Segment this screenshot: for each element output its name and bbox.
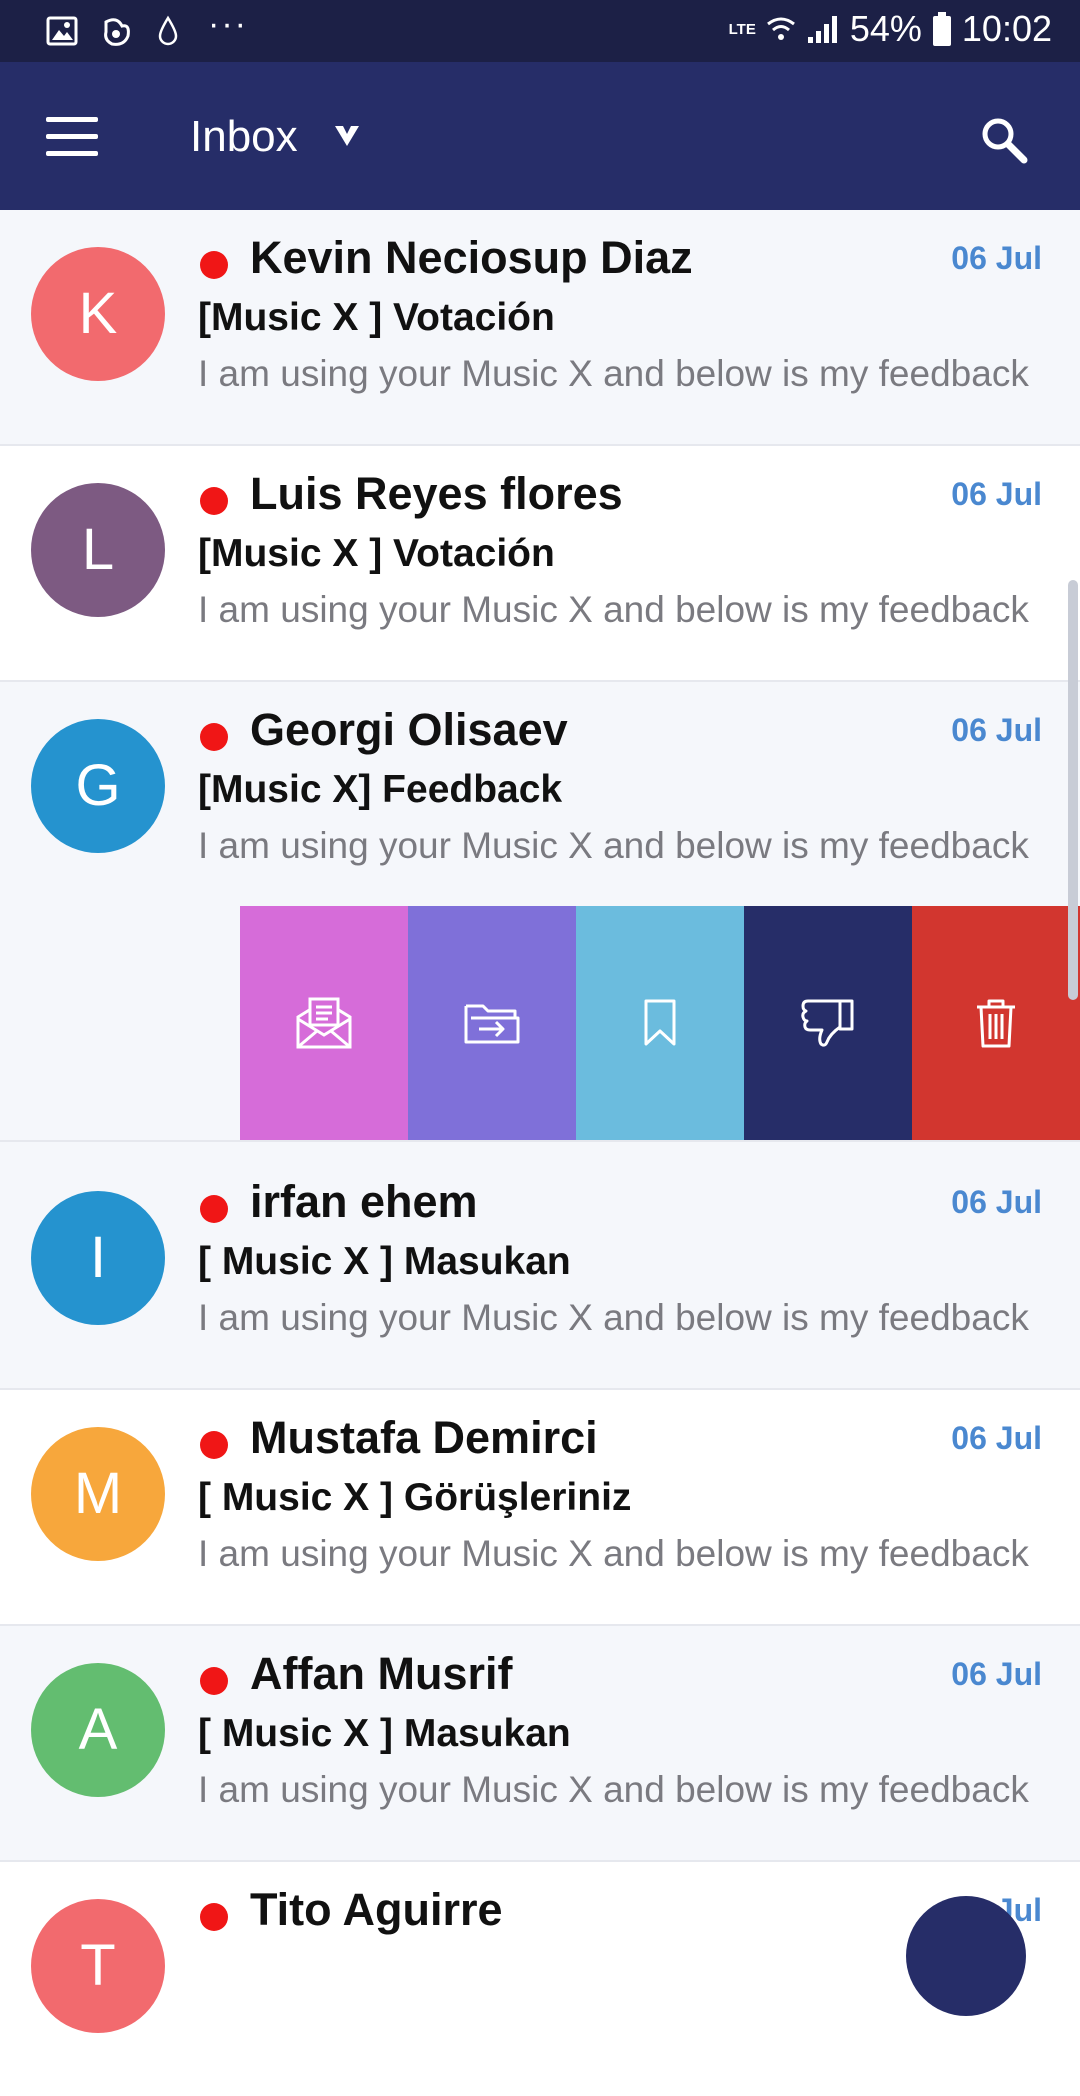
browser-icon — [104, 18, 130, 46]
unread-dot — [200, 723, 228, 751]
email-subject: [ Music X ] Masukan — [198, 1240, 571, 1283]
unread-dot — [200, 1667, 228, 1695]
email-date: 06 Jul — [951, 1656, 1042, 1692]
status-bar: ··· LTE 54% 10:02 — [0, 0, 1080, 62]
email-row[interactable]: I irfan ehem 06 Jul [ Music X ] Masukan … — [0, 1154, 1080, 1390]
search-icon[interactable] — [980, 116, 1028, 164]
email-preview: I am using your Music X and below is my … — [198, 589, 1029, 630]
email-row[interactable]: G Georgi Olisaev 06 Jul [Music X] Feedba… — [0, 682, 1080, 918]
email-subject: [Music X ] Votación — [198, 296, 555, 339]
email-sender: Tito Aguirre — [250, 1884, 503, 1935]
mark-read-envelope-icon — [296, 997, 352, 1049]
email-row[interactable]: A Affan Musrif 06 Jul [ Music X ] Masuka… — [0, 1626, 1080, 1862]
email-subject: [ Music X ] Görüşleriniz — [198, 1476, 632, 1519]
unread-dot — [200, 1903, 228, 1931]
email-sender: irfan ehem — [250, 1176, 478, 1227]
email-date: 06 Jul — [951, 1184, 1042, 1220]
trash-icon — [977, 999, 1015, 1048]
avatar: M — [31, 1427, 165, 1561]
email-date: 06 Jul — [951, 1420, 1042, 1456]
hamburger-menu-icon[interactable] — [46, 117, 98, 157]
email-date: 06 Jul — [951, 712, 1042, 748]
signal-icon — [807, 16, 837, 43]
email-preview: I am using your Music X and below is my … — [198, 1533, 1029, 1574]
email-preview: I am using your Music X and below is my … — [198, 1297, 1029, 1338]
chevron-down-icon[interactable] — [334, 124, 360, 148]
email-sender: Mustafa Demirci — [250, 1412, 598, 1463]
status-system-info: LTE 54% 10:02 — [729, 8, 1052, 50]
app-header: Inbox — [0, 62, 1080, 210]
mark-read-action-button[interactable] — [240, 906, 408, 1140]
move-to-folder-icon — [464, 1004, 520, 1044]
scrollbar[interactable] — [1068, 580, 1078, 1000]
swipe-actions-row — [0, 906, 1080, 1142]
bookmark-icon — [644, 999, 676, 1046]
email-sender: Georgi Olisaev — [250, 704, 568, 755]
delete-action-button[interactable] — [912, 906, 1080, 1140]
unread-dot — [200, 1431, 228, 1459]
email-row[interactable]: K Kevin Neciosup Diaz 06 Jul [Music X ] … — [0, 210, 1080, 446]
thumbs-down-icon — [801, 999, 854, 1047]
more-dots-icon: ··· — [208, 5, 248, 43]
status-notification-icons: ··· — [46, 7, 248, 48]
email-sender: Luis Reyes flores — [250, 468, 623, 519]
battery-percent: 54% — [849, 8, 922, 49]
email-row[interactable]: L Luis Reyes flores 06 Jul [Music X ] Vo… — [0, 446, 1080, 682]
avatar: K — [31, 247, 165, 381]
clock: 10:02 — [961, 8, 1052, 49]
email-subject: [Music X ] Votación — [198, 532, 555, 575]
unread-dot — [200, 487, 228, 515]
avatar: T — [31, 1899, 165, 2033]
email-sender: Affan Musrif — [250, 1648, 513, 1699]
email-sender: Kevin Neciosup Diaz — [250, 232, 693, 283]
page-title[interactable]: Inbox — [190, 112, 298, 162]
email-date: 06 Jul — [951, 240, 1042, 276]
move-to-folder-action-button[interactable] — [408, 906, 576, 1140]
network-type: LTE — [728, 20, 756, 38]
unread-dot — [200, 251, 228, 279]
image-icon — [46, 16, 78, 46]
email-preview: I am using your Music X and below is my … — [198, 353, 1029, 394]
bookmark-action-button[interactable] — [576, 906, 744, 1140]
email-date: 06 Jul — [951, 476, 1042, 512]
drop-icon — [158, 15, 178, 46]
dislike-action-button[interactable] — [744, 906, 912, 1140]
avatar: G — [31, 719, 165, 853]
email-subject: [ Music X ] Masukan — [198, 1712, 571, 1755]
compose-button[interactable] — [906, 1896, 1026, 2016]
email-preview: I am using your Music X and below is my … — [198, 1769, 1029, 1810]
unread-dot — [200, 1195, 228, 1223]
avatar: L — [31, 483, 165, 617]
email-subject: [Music X] Feedback — [198, 768, 563, 811]
battery-icon — [932, 12, 951, 46]
avatar: A — [31, 1663, 165, 1797]
avatar: I — [31, 1191, 165, 1325]
email-row[interactable]: M Mustafa Demirci 06 Jul [ Music X ] Gör… — [0, 1390, 1080, 1626]
email-preview: I am using your Music X and below is my … — [198, 825, 1029, 866]
wifi-icon — [766, 17, 795, 40]
